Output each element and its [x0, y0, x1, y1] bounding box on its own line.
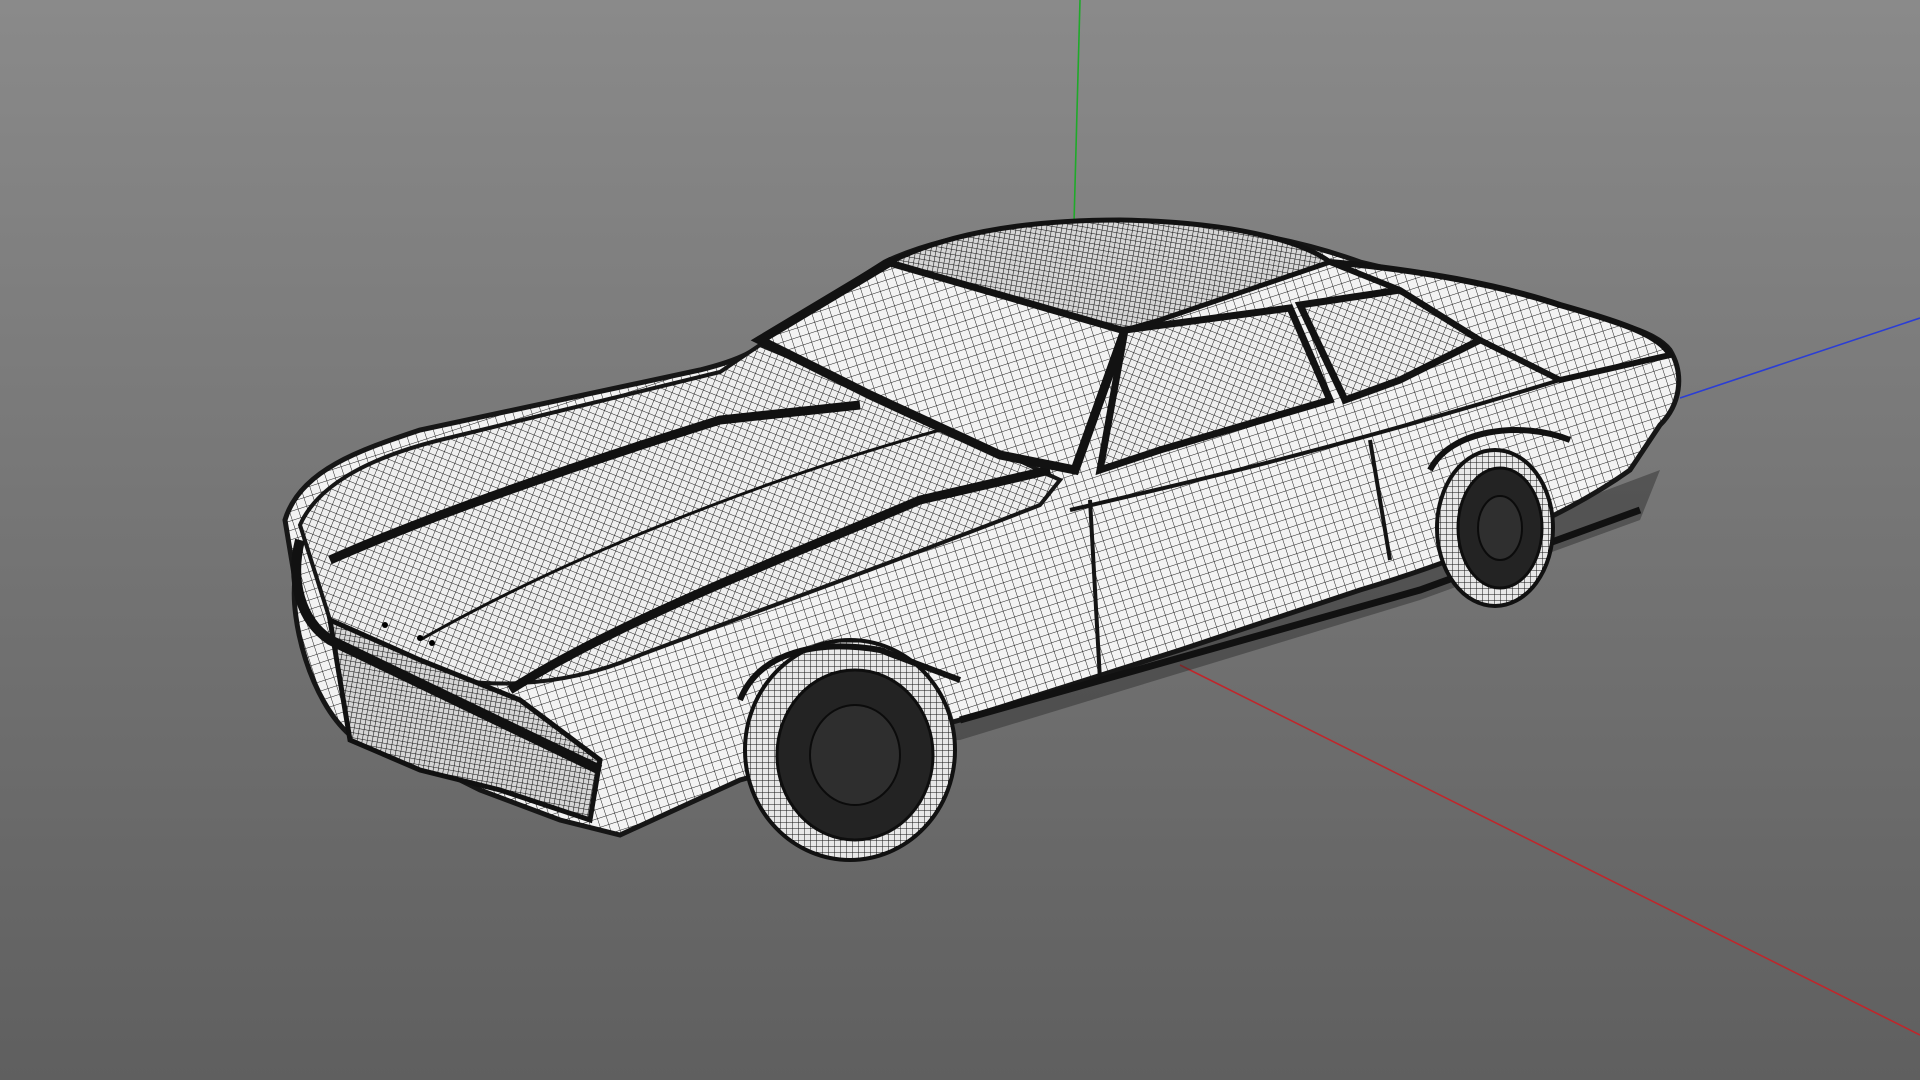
headlight-marker	[429, 640, 435, 646]
3d-viewport[interactable]	[0, 0, 1920, 1080]
viewport-canvas[interactable]	[0, 0, 1920, 1080]
headlight-marker	[417, 635, 423, 641]
headlight-marker	[382, 622, 388, 628]
front-wheel	[737, 638, 962, 862]
